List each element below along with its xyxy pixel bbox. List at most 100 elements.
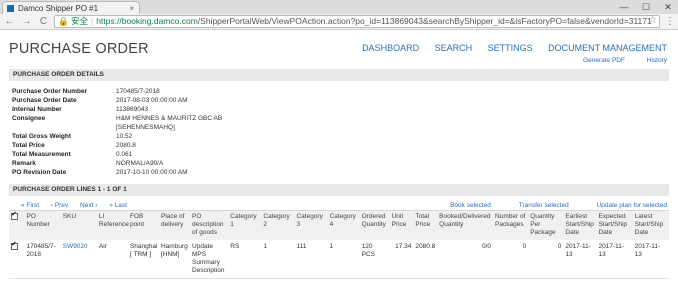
cell-ordered-quantity: 120 PCS bbox=[359, 240, 390, 279]
minimize-icon[interactable]: — bbox=[614, 0, 634, 14]
nav-dashboard[interactable]: DASHBOARD bbox=[362, 43, 419, 53]
detail-label: Total Price bbox=[12, 142, 45, 149]
select-all-checkbox[interactable] bbox=[11, 211, 18, 220]
detail-value: 10.52 bbox=[116, 133, 133, 140]
po-lines-table: PO Number SKU LI Reference FOB point Pla… bbox=[9, 210, 669, 279]
cell-total-price: 2080.8 bbox=[413, 240, 438, 279]
detail-value: 0.061 bbox=[116, 151, 133, 158]
cell-place-of-delivery: Hamburg [HNM] bbox=[158, 240, 191, 279]
detail-value: 2017-10-10 00:00:00 AM bbox=[116, 169, 188, 176]
cell-li-reference: Air bbox=[96, 240, 128, 279]
transfer-selected-link[interactable]: Transfer selected bbox=[519, 202, 569, 209]
pager-first[interactable]: « First bbox=[21, 202, 39, 209]
cell-unit-price: 17.34 bbox=[389, 240, 414, 279]
history-link[interactable]: History bbox=[647, 57, 667, 64]
page-actions: Generate PDF History bbox=[563, 57, 667, 64]
cell-category-1: RS bbox=[228, 240, 262, 279]
cell-latest-date: 2017-11-13 bbox=[632, 240, 669, 279]
address-bar-row: ← → C 🔒 安全 | https://booking.damco.com/Shi… bbox=[0, 14, 678, 30]
detail-value: NORMAL/A90/A bbox=[116, 160, 164, 167]
row-select-cell[interactable] bbox=[9, 240, 25, 279]
detail-value: 170485/7-2018 bbox=[116, 88, 160, 95]
cell-fob-point: Shanghai [ TRM ] bbox=[127, 240, 159, 279]
column-header[interactable]: Category 4 bbox=[327, 210, 360, 240]
reload-icon[interactable]: C bbox=[37, 15, 50, 28]
select-all-cell[interactable] bbox=[9, 210, 25, 240]
pager-next[interactable]: Next › bbox=[80, 202, 97, 209]
cell-po-number: 170485/7-2018 bbox=[24, 240, 61, 279]
column-header[interactable]: Category 3 bbox=[294, 210, 328, 240]
column-header[interactable]: LI Reference bbox=[96, 210, 129, 240]
cell-booked-quantity: 0/0 bbox=[437, 240, 494, 279]
details-section-header: PURCHASE ORDER DETAILS bbox=[9, 69, 669, 81]
row-checkbox[interactable] bbox=[11, 241, 18, 250]
line-actions: Book selected Transfer selected Update p… bbox=[424, 202, 667, 209]
book-selected-link[interactable]: Book selected bbox=[450, 202, 491, 209]
browser-titlebar: Damco Shipper PO #1 × — ☐ ✕ bbox=[0, 0, 678, 14]
damco-favicon-icon bbox=[7, 5, 14, 12]
column-header[interactable]: Ordered Quantity bbox=[359, 210, 390, 240]
cell-category-2: 1 bbox=[261, 240, 295, 279]
column-header[interactable]: Quantity Per Package bbox=[528, 210, 564, 240]
column-header[interactable]: PO description of goods bbox=[190, 210, 229, 240]
url-host: https://booking.damco.com bbox=[96, 16, 198, 26]
column-header[interactable]: Earliest Start/Ship Date bbox=[563, 210, 597, 240]
detail-label: Purchase Order Number bbox=[12, 88, 88, 95]
cell-category-4: 1 bbox=[327, 240, 360, 279]
cell-sku-link[interactable]: SW9020 bbox=[60, 240, 97, 279]
column-header[interactable]: FOB point bbox=[127, 210, 159, 240]
lock-icon: 🔒 bbox=[58, 16, 69, 26]
update-plan-link[interactable]: Update plan for selected bbox=[597, 202, 667, 209]
column-header[interactable]: Place of delivery bbox=[158, 210, 191, 240]
url-input[interactable]: 🔒 安全 | https://booking.damco.com/ShipperPo… bbox=[54, 15, 660, 28]
detail-label: PO Revision Date bbox=[12, 169, 67, 176]
detail-label: Remark bbox=[12, 160, 36, 167]
lines-section-header: PURCHASE ORDER LINES 1 - 1 OF 1 bbox=[9, 184, 669, 196]
column-header[interactable]: Category 2 bbox=[261, 210, 295, 240]
cell-description: Update MPS Summary Description bbox=[190, 240, 229, 279]
bookmark-star-icon[interactable]: ☆ bbox=[648, 16, 657, 26]
pager-prev[interactable]: ‹ Prev bbox=[51, 202, 68, 209]
detail-label: Purchase Order Date bbox=[12, 97, 77, 104]
column-header[interactable]: Unit Price bbox=[389, 210, 414, 240]
column-header[interactable]: SKU bbox=[60, 210, 97, 240]
column-header[interactable]: Expected Start/Ship Date bbox=[596, 210, 633, 240]
browser-tab[interactable]: Damco Shipper PO #1 × bbox=[2, 1, 140, 14]
top-nav: DASHBOARD SEARCH SETTINGS DOCUMENT MANAG… bbox=[349, 43, 667, 53]
column-header[interactable]: Booked/Delivered Quantity bbox=[437, 210, 494, 240]
table-row[interactable]: 170485/7-2018 SW9020 Air Shanghai [ TRM … bbox=[9, 240, 669, 279]
cell-category-3: 111 bbox=[294, 240, 328, 279]
cell-earliest-date: 2017-11-13 bbox=[563, 240, 597, 279]
cell-number-of-packages: 0 bbox=[493, 240, 529, 279]
forward-icon[interactable]: → bbox=[20, 15, 33, 28]
nav-search[interactable]: SEARCH bbox=[435, 43, 473, 53]
detail-value: 2080.8 bbox=[116, 142, 136, 149]
column-header[interactable]: Number of Packages bbox=[493, 210, 529, 240]
page-title: PURCHASE ORDER bbox=[9, 41, 149, 57]
detail-value: 113869043 bbox=[116, 106, 149, 113]
pagination: « First ‹ Prev Next › » Last bbox=[21, 202, 137, 209]
column-header[interactable]: PO Number bbox=[24, 210, 61, 240]
generate-pdf-link[interactable]: Generate PDF bbox=[583, 57, 625, 64]
column-header[interactable]: Total Price bbox=[413, 210, 438, 240]
pager-last[interactable]: » Last bbox=[109, 202, 127, 209]
cell-quantity-per-package: 0 bbox=[528, 240, 564, 279]
detail-label: Consignee bbox=[12, 115, 46, 122]
close-window-icon[interactable]: ✕ bbox=[658, 0, 678, 14]
detail-label: Total Measurement bbox=[12, 151, 71, 158]
cell-expected-date: 2017-11-13 bbox=[596, 240, 633, 279]
detail-label: Total Gross Weight bbox=[12, 133, 71, 140]
consignee-name: H&M HENNES & MAURITZ GBC AB bbox=[116, 115, 223, 122]
nav-settings[interactable]: SETTINGS bbox=[488, 43, 533, 53]
back-icon[interactable]: ← bbox=[3, 15, 16, 28]
column-header[interactable]: Latest Start/Ship Date bbox=[632, 210, 669, 240]
detail-value: 2017-08-03 00:00:00 AM bbox=[116, 97, 188, 104]
detail-value: H&M HENNES & MAURITZ GBC AB [SEHENNESMAHQ… bbox=[116, 114, 316, 132]
nav-document-management[interactable]: DOCUMENT MANAGEMENT bbox=[548, 43, 667, 53]
url-path: /ShipperPortalWeb/ViewPOAction.action?po… bbox=[197, 16, 652, 26]
column-header[interactable]: Category 1 bbox=[228, 210, 262, 240]
url-separator: | bbox=[90, 16, 94, 26]
consignee-code: [SEHENNESMAHQ] bbox=[116, 124, 175, 131]
browser-menu-icon[interactable]: ⋮ bbox=[664, 15, 676, 28]
maximize-icon[interactable]: ☐ bbox=[636, 0, 656, 14]
